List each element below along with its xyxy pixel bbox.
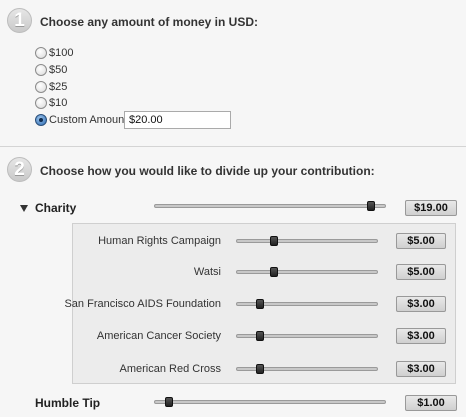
charity-item-slider-thumb[interactable]: [256, 331, 265, 341]
step-1-title: Choose any amount of money in USD:: [40, 15, 259, 29]
radio-option-100[interactable]: $100: [35, 45, 73, 61]
charity-item-slider-thumb[interactable]: [256, 364, 265, 374]
radio-button[interactable]: [35, 64, 47, 76]
custom-amount-input[interactable]: [124, 111, 231, 129]
section-divider: [0, 146, 466, 147]
step-1-badge: 1: [7, 8, 32, 33]
radio-label: $10: [49, 97, 68, 109]
charity-item-slider-thumb[interactable]: [256, 299, 265, 309]
charity-item-slider-thumb[interactable]: [269, 236, 278, 246]
charity-slider-track[interactable]: [154, 204, 386, 208]
tip-amount-value: $1.00: [405, 395, 457, 411]
collapse-triangle-icon[interactable]: [20, 205, 28, 212]
tip-slider-thumb[interactable]: [165, 397, 174, 407]
radio-label: $50: [49, 64, 68, 76]
radio-label: Custom Amount: [49, 114, 128, 126]
radio-option-custom[interactable]: Custom Amount: [35, 112, 127, 128]
tip-slider-track[interactable]: [154, 400, 386, 404]
charity-item-amount: $3.00: [396, 328, 446, 344]
step-2-title: Choose how you would like to divide up y…: [40, 164, 375, 178]
charity-item-label: American Red Cross: [119, 363, 221, 375]
charity-item-label: Watsi: [193, 266, 221, 278]
charity-item-amount: $5.00: [396, 233, 446, 249]
charity-item-slider-track[interactable]: [236, 239, 378, 243]
charity-item-label: San Francisco AIDS Foundation: [64, 298, 221, 310]
charity-item-label: Human Rights Campaign: [98, 235, 221, 247]
radio-option-10[interactable]: $10: [35, 95, 67, 111]
radio-button[interactable]: [35, 97, 47, 109]
radio-option-50[interactable]: $50: [35, 62, 67, 78]
charity-item-slider-thumb[interactable]: [269, 267, 278, 277]
radio-label: $25: [49, 81, 68, 93]
step-2-badge: 2: [7, 157, 32, 182]
radio-option-25[interactable]: $25: [35, 79, 67, 95]
charity-item-slider-track[interactable]: [236, 270, 378, 274]
charity-total-value: $19.00: [405, 200, 457, 216]
charity-label: Charity: [35, 201, 77, 215]
charity-item-amount: $5.00: [396, 264, 446, 280]
charity-item-amount: $3.00: [396, 296, 446, 312]
humble-tip-label: Humble Tip: [35, 396, 101, 410]
radio-button[interactable]: [35, 114, 47, 126]
radio-button[interactable]: [35, 81, 47, 93]
radio-button[interactable]: [35, 47, 47, 59]
charity-item-label: American Cancer Society: [96, 330, 221, 342]
radio-label: $100: [49, 47, 74, 59]
charity-item-amount: $3.00: [396, 361, 446, 377]
charity-slider-thumb[interactable]: [366, 201, 375, 211]
